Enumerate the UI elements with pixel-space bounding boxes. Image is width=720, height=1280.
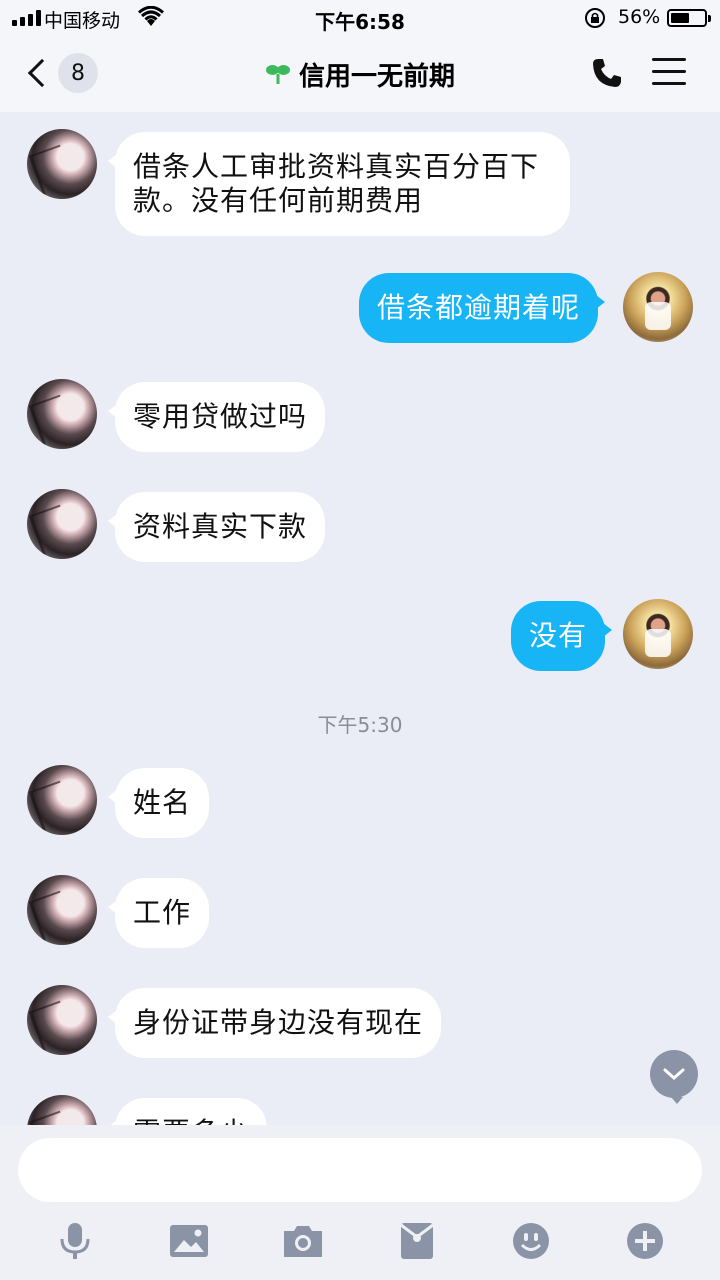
contact-avatar[interactable] xyxy=(27,379,97,449)
emoji-icon xyxy=(513,1223,549,1259)
phone-icon xyxy=(593,59,621,87)
my-avatar[interactable] xyxy=(623,599,693,669)
battery-icon xyxy=(667,9,711,27)
contact-avatar[interactable] xyxy=(27,875,97,945)
message-bubble-outgoing[interactable]: 没有 xyxy=(511,601,613,671)
message-bubble-incoming[interactable]: 工作 xyxy=(107,878,210,948)
message-bubble-incoming[interactable]: 姓名 xyxy=(107,768,210,838)
menu-button[interactable] xyxy=(652,58,686,88)
message-bubble-incoming[interactable]: 零用贷做过吗 xyxy=(107,382,326,452)
plus-icon xyxy=(627,1223,663,1259)
more-button[interactable] xyxy=(623,1219,667,1263)
my-avatar[interactable] xyxy=(623,272,693,342)
image-icon xyxy=(170,1225,208,1257)
clock: 下午6:58 xyxy=(315,10,405,34)
menu-icon xyxy=(652,58,686,85)
message-input[interactable] xyxy=(18,1138,702,1202)
message-bubble-outgoing[interactable]: 借条都逾期着呢 xyxy=(359,273,606,343)
contact-avatar[interactable] xyxy=(27,129,97,199)
message-bubble-incoming[interactable]: 资料真实下款 xyxy=(107,492,326,562)
red-packet-button[interactable] xyxy=(395,1219,439,1263)
phone-call-button[interactable] xyxy=(590,56,630,92)
voice-button[interactable] xyxy=(53,1219,97,1263)
contact-avatar[interactable] xyxy=(27,985,97,1055)
red-packet-icon xyxy=(400,1223,434,1259)
chat-header: 8 信用一无前期 xyxy=(0,36,720,112)
contact-avatar[interactable] xyxy=(27,765,97,835)
contact-avatar[interactable] xyxy=(27,489,97,559)
emoji-button[interactable] xyxy=(509,1219,553,1263)
scroll-to-bottom-button[interactable] xyxy=(650,1050,698,1104)
message-list[interactable]: 借条人工审批资料真实百分百下款。没有任何前期费用 借条都逾期着呢 零用贷做过吗 … xyxy=(0,112,720,1125)
microphone-icon xyxy=(60,1223,90,1259)
battery-percent: 56% xyxy=(618,6,661,28)
sprout-icon xyxy=(265,62,291,93)
chat-title-text: 信用一无前期 xyxy=(298,62,455,92)
composer xyxy=(0,1125,720,1280)
battery-level xyxy=(671,13,689,23)
contact-avatar[interactable] xyxy=(27,1095,97,1125)
rotation-lock-icon xyxy=(584,7,606,33)
camera-button[interactable] xyxy=(281,1219,325,1263)
message-bubble-incoming[interactable]: 身份证带身边没有现在 xyxy=(107,988,442,1058)
message-bubble-incoming[interactable]: 需要多少 xyxy=(107,1098,268,1125)
chevron-down-icon xyxy=(663,1068,685,1081)
status-bar: 中国移动 下午6:58 56% xyxy=(0,0,720,36)
time-divider: 下午5:30 xyxy=(317,713,403,737)
image-button[interactable] xyxy=(167,1219,211,1263)
message-bubble-incoming[interactable]: 借条人工审批资料真实百分百下款。没有任何前期费用 xyxy=(108,132,570,236)
camera-icon xyxy=(284,1226,322,1257)
